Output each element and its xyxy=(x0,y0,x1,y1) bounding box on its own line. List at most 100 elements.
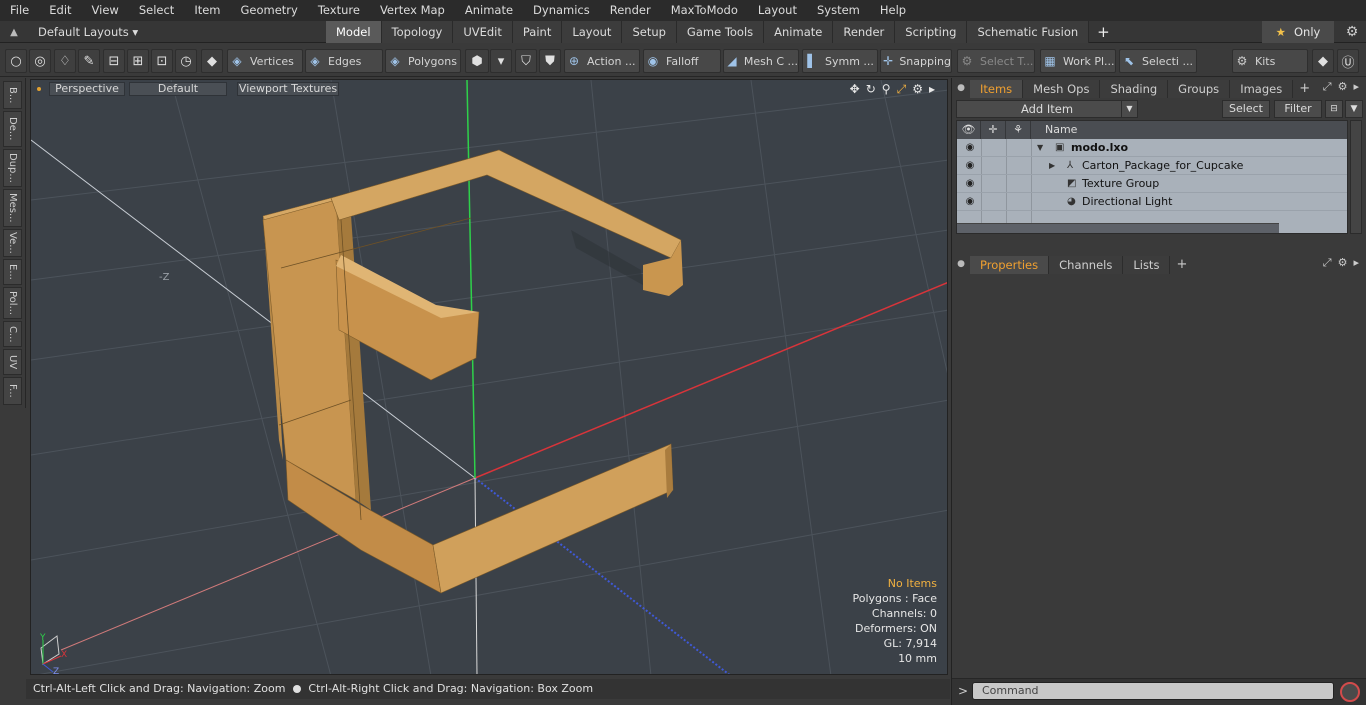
command-input[interactable]: Command xyxy=(972,682,1334,700)
tab-images[interactable]: Images xyxy=(1230,80,1294,98)
tab-channels[interactable]: Channels xyxy=(1049,256,1124,274)
viewport-textures-button[interactable]: Viewport Textures xyxy=(237,82,339,96)
tab-items[interactable]: Items xyxy=(970,80,1024,98)
selection-sets-button[interactable]: ⬉ Selecti ... xyxy=(1119,49,1197,73)
tab-scripting[interactable]: Scripting xyxy=(895,21,968,43)
viewport-settings-gear-icon[interactable]: ⚙ xyxy=(912,82,923,97)
unity-logo-icon[interactable]: ◆ xyxy=(1312,49,1334,73)
pan-icon[interactable]: ✥ xyxy=(850,82,860,97)
strip-tab-fusion[interactable]: F... xyxy=(3,377,22,405)
add-item-dropdown[interactable]: Add Item ▼ xyxy=(956,100,1138,118)
panel-expand-icon[interactable]: ⤢ xyxy=(1323,256,1332,270)
tab-setup[interactable]: Setup xyxy=(622,21,677,43)
strip-tab-basic[interactable]: B... xyxy=(3,81,22,109)
eye-icon[interactable]: ◉ xyxy=(962,175,978,193)
material-mode-icon[interactable]: ⬢ xyxy=(465,49,489,73)
tab-layout[interactable]: Layout xyxy=(562,21,623,43)
menu-help[interactable]: Help xyxy=(870,0,916,21)
tree-row-mesh[interactable]: ◉ ▶ ⅄ Carton_Package_for_Cupcake xyxy=(957,157,1347,175)
vertices-button[interactable]: ◈ Vertices xyxy=(227,49,303,73)
tab-properties[interactable]: Properties xyxy=(970,256,1050,274)
menu-select[interactable]: Select xyxy=(129,0,184,21)
action-center-button[interactable]: ⊕ Action ... xyxy=(564,49,640,73)
menu-maxtomodo[interactable]: MaxToModo xyxy=(661,0,748,21)
rotate-icon[interactable]: ↻ xyxy=(866,82,876,97)
shield-icon[interactable]: ⛊ xyxy=(539,49,561,73)
strip-tab-mesh-edit[interactable]: Mes... xyxy=(3,189,22,227)
strip-tab-uv[interactable]: UV xyxy=(3,349,22,375)
tab-lists[interactable]: Lists xyxy=(1123,256,1171,274)
filter-funnel-icon[interactable]: ▼ xyxy=(1345,100,1363,118)
panel-arrow-icon[interactable]: ▸ xyxy=(1353,80,1359,94)
select-button[interactable]: Select xyxy=(1222,100,1270,118)
tree-row-light[interactable]: ◉ ◕ Directional Light xyxy=(957,193,1347,211)
pen-tool-icon[interactable]: ♢ xyxy=(54,49,76,73)
menu-geometry[interactable]: Geometry xyxy=(231,0,308,21)
unreal-logo-icon[interactable]: Ⓤ xyxy=(1337,49,1359,73)
strip-tab-vertex[interactable]: Ve... xyxy=(3,229,22,257)
menu-edit[interactable]: Edit xyxy=(39,0,81,21)
menu-layout[interactable]: Layout xyxy=(748,0,807,21)
symmetry-button[interactable]: ▌ Symm ... xyxy=(802,49,878,73)
add-panel-tab-plus-icon[interactable]: + xyxy=(1293,80,1316,98)
3d-viewport[interactable]: Y X Z -Z Perspective Default Viewport Te… xyxy=(30,79,948,675)
snapping-button[interactable]: ✛ Snapping xyxy=(880,49,952,73)
tab-shading[interactable]: Shading xyxy=(1100,80,1169,98)
tab-schematic-fusion[interactable]: Schematic Fusion xyxy=(967,21,1090,43)
symmetry-shield-icon[interactable]: ⛉ xyxy=(515,49,537,73)
tree-row-texture-group[interactable]: ◉ ◩ Texture Group xyxy=(957,175,1347,193)
item-mode-icon[interactable]: ◆ xyxy=(201,49,223,73)
select-through-button[interactable]: ⚙ Select T... xyxy=(957,49,1035,73)
tab-mesh-ops[interactable]: Mesh Ops xyxy=(1023,80,1101,98)
brush-icon[interactable]: ✎ xyxy=(78,49,100,73)
menu-texture[interactable]: Texture xyxy=(308,0,370,21)
type-column-icon[interactable]: ⚘ xyxy=(1006,121,1031,139)
lock-column-icon[interactable]: ✛ xyxy=(981,121,1006,139)
mesh-constraint-button[interactable]: ◢ Mesh C ... xyxy=(723,49,799,73)
filter-button[interactable]: Filter xyxy=(1274,100,1322,118)
menu-vertex-map[interactable]: Vertex Map xyxy=(370,0,455,21)
panel-menu-dot-icon[interactable]: ● xyxy=(952,254,970,274)
tab-groups[interactable]: Groups xyxy=(1168,80,1231,98)
menu-item[interactable]: Item xyxy=(184,0,230,21)
name-column-header[interactable]: Name xyxy=(1031,121,1347,139)
eye-icon[interactable]: ◉ xyxy=(962,139,978,157)
tab-topology[interactable]: Topology xyxy=(381,21,454,43)
shading-mode-button[interactable]: Default xyxy=(129,82,227,96)
only-toggle[interactable]: ★ Only xyxy=(1262,21,1334,43)
eye-icon[interactable]: ◉ xyxy=(962,193,978,211)
gear-icon[interactable]: ⚙ xyxy=(1338,21,1366,43)
panel-expand-icon[interactable]: ⤢ xyxy=(1323,80,1332,94)
maximize-icon[interactable]: ⤢ xyxy=(897,82,907,97)
panel-menu-dot-icon[interactable]: ● xyxy=(952,78,970,98)
menu-system[interactable]: System xyxy=(807,0,870,21)
globe-icon[interactable]: ◎ xyxy=(29,49,51,73)
viewport-more-arrow-icon[interactable]: ▸ xyxy=(929,82,935,97)
add-panel-tab-plus-icon[interactable]: + xyxy=(1170,256,1193,274)
edges-button[interactable]: ◈ Edges xyxy=(305,49,383,73)
kits-button[interactable]: ⚙ Kits xyxy=(1232,49,1308,73)
falloff-button[interactable]: ◉ Falloff xyxy=(643,49,721,73)
tree-row-scene[interactable]: ◉ ▼ ▣ modo.lxo xyxy=(957,139,1347,157)
panel-settings-gear-icon[interactable]: ⚙ xyxy=(1338,80,1348,94)
strip-tab-duplicate[interactable]: Dup... xyxy=(3,149,22,187)
transform-icon[interactable]: ⊞ xyxy=(127,49,149,73)
expand-arrow-icon[interactable]: ▼ xyxy=(1037,139,1043,157)
perspective-view-button[interactable]: Perspective xyxy=(49,82,125,96)
work-plane-button[interactable]: ▦ Work Pl... xyxy=(1040,49,1116,73)
panel-arrow-icon[interactable]: ▸ xyxy=(1353,256,1359,270)
strip-tab-deform[interactable]: De... xyxy=(3,111,22,147)
expand-arrow-icon[interactable]: ▶ xyxy=(1049,157,1055,175)
menu-view[interactable]: View xyxy=(82,0,129,21)
strip-tab-polygon[interactable]: Pol... xyxy=(3,287,22,319)
tab-render[interactable]: Render xyxy=(833,21,896,43)
default-layouts-dropdown[interactable]: Default Layouts ▾ xyxy=(28,25,138,39)
layout-up-arrow-icon[interactable]: ▲ xyxy=(0,21,28,43)
clock-icon[interactable]: ◷ xyxy=(175,49,197,73)
tab-game-tools[interactable]: Game Tools xyxy=(676,21,765,43)
visibility-column-eye-icon[interactable]: 👁 xyxy=(957,121,981,139)
zoom-icon[interactable]: ⚲ xyxy=(882,82,891,97)
eye-icon[interactable]: ◉ xyxy=(962,157,978,175)
tab-paint[interactable]: Paint xyxy=(512,21,563,43)
panel-settings-gear-icon[interactable]: ⚙ xyxy=(1338,256,1348,270)
